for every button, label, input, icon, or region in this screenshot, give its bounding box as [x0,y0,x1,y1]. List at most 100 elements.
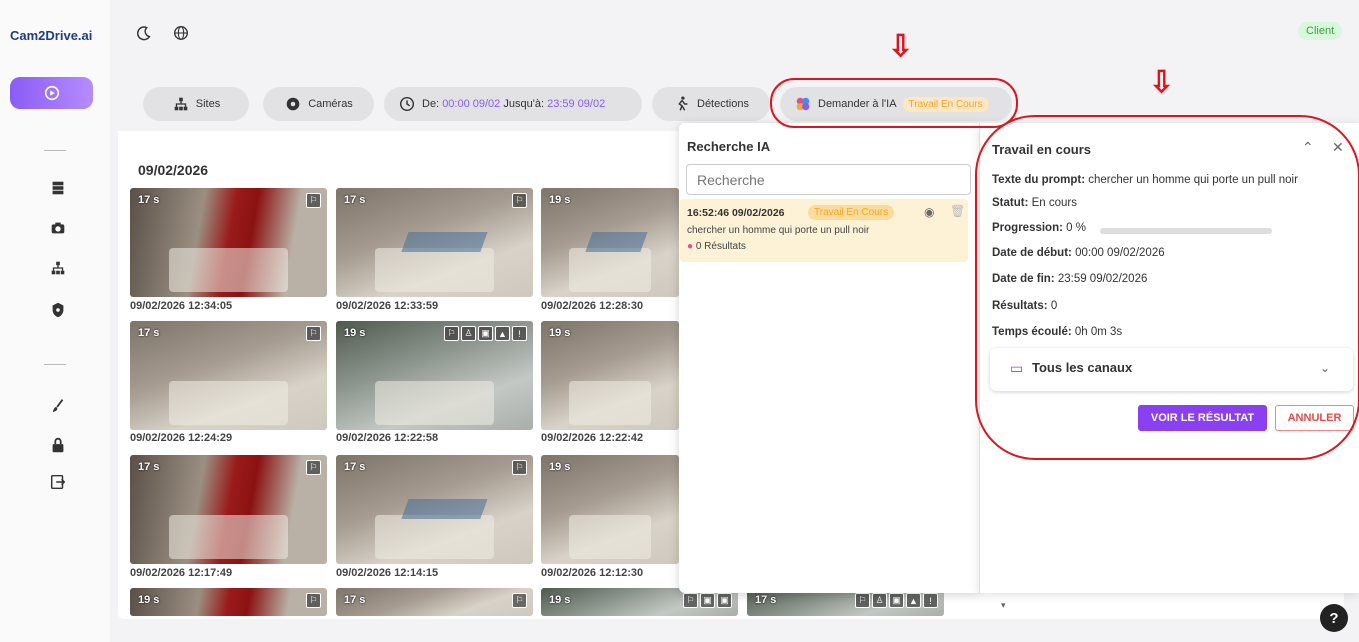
client-badge: Client [1298,22,1343,40]
lock-icon [52,437,64,453]
annotation-arrow-icon: ⇩ [1149,66,1175,99]
clip-duration: 17 s [138,461,160,473]
person-tag-icon: ⚐ [306,593,321,608]
play-circle-icon [44,85,59,101]
gallery-date-heading: 09/02/2026 [138,162,209,178]
clip-timestamp: 09/02/2026 12:22:58 [336,432,439,444]
car-tag-icon: ▣ [478,326,493,341]
person-tag-icon: ⚐ [306,460,321,475]
sidebar-item-lock[interactable] [46,433,70,457]
clip-timestamp: 09/02/2026 12:24:29 [130,432,233,444]
clip-duration: 17 s [755,594,777,606]
camera-icon [51,222,65,234]
moon-icon [137,26,151,41]
clip-timestamp: 09/02/2026 12:34:05 [130,300,233,312]
sidebar: Cam2Drive.ai [0,0,110,642]
clip-duration: 19 s [549,327,571,339]
car-tag-icon: ▣ [717,593,732,608]
image-tag-icon: ▲ [495,326,510,341]
logout-icon [50,474,66,490]
video-thumbnail[interactable]: 17 s ⚐ [336,588,533,616]
shield-icon [52,302,64,318]
sidebar-item-logout[interactable] [46,470,70,494]
video-thumbnail[interactable]: 19 s ⚐ ♙ ▣ ▲! [336,321,533,430]
annotation-oval [975,115,1359,460]
date-range-button[interactable]: De: 00:00 09/02 Jusqu'à: 23:59 09/02 [384,87,642,121]
scroll-down-arrow[interactable]: ▾ [1001,600,1006,611]
person-tag-icon: ⚐ [683,593,698,608]
clip-duration: 17 s [344,461,366,473]
video-thumbnail[interactable]: 17 s ⚐ [336,455,533,564]
ai-search-input[interactable] [686,164,971,195]
help-button[interactable]: ? [1320,604,1348,632]
result-status-badge: Travail En Cours [808,205,895,220]
video-thumbnail[interactable]: 17 s ⚐ [130,455,327,564]
car-tag-icon: ▣ [889,593,904,608]
clip-timestamp: 09/02/2026 12:22:42 [541,432,644,444]
video-thumbnail[interactable]: 19 s ⚐ [130,588,327,616]
car-tag-icon: ▣ [700,593,715,608]
clip-duration: 19 s [549,194,571,206]
clip-duration: 17 s [344,194,366,206]
trash-icon[interactable]: 🗑 [950,204,965,218]
clip-duration: 17 s [138,327,160,339]
ai-search-title: Recherche IA [687,139,771,154]
clip-duration: 19 s [138,594,160,606]
clip-timestamp: 09/02/2026 12:28:30 [541,300,644,312]
divider [44,364,66,365]
video-thumbnail[interactable]: 19 s [541,321,679,430]
date-to-label: Jusqu'à: [503,98,545,110]
ai-search-panel: Recherche IA 16:52:46 09/02/2026 Travail… [679,123,979,593]
brush-icon [52,399,64,413]
sidebar-item-sites[interactable] [46,256,70,280]
running-person-icon [678,96,688,111]
date-from-label: De: [422,98,440,110]
sidebar-item-servers[interactable] [46,176,70,200]
result-time: 16:52:46 09/02/2026 [687,207,785,219]
standing-person-tag-icon: ♙ [872,593,887,608]
sidebar-item-customize[interactable] [46,394,70,418]
divider [44,150,66,151]
result-count: ● 0 Résultats [687,241,746,252]
sidebar-item-playback[interactable] [10,77,93,109]
clock-icon [399,96,415,112]
cameras-filter-button[interactable]: Caméras [263,87,374,121]
alert-tag-icon: ! [512,326,527,341]
clip-timestamp: 09/02/2026 12:14:15 [336,567,439,579]
person-tag-icon: ⚐ [512,460,527,475]
clip-duration: 19 s [549,594,571,606]
date-from-value: 00:00 09/02 [442,98,501,110]
person-tag-icon: ⚐ [855,593,870,608]
sites-filter-label: Sites [195,98,221,110]
video-thumbnail[interactable]: 17 s ⚐ [130,321,327,430]
result-prompt: chercher un homme qui porte un pull noir [687,225,870,236]
video-thumbnail[interactable]: 19 s [541,188,679,297]
person-tag-icon: ⚐ [444,326,459,341]
sidebar-item-security[interactable] [46,298,70,322]
sitemap-icon [174,97,188,111]
standing-person-tag-icon: ♙ [461,326,476,341]
view-result-icon[interactable]: ◉ [924,205,934,219]
cameras-filter-label: Caméras [308,98,353,110]
sites-filter-button[interactable]: Sites [143,87,249,121]
theme-toggle-button[interactable] [133,22,155,44]
video-thumbnail[interactable]: 19 s [541,455,679,564]
sidebar-item-cameras[interactable] [46,216,70,240]
person-tag-icon: ⚐ [512,593,527,608]
clip-timestamp: 09/02/2026 12:33:59 [336,300,439,312]
clip-timestamp: 09/02/2026 12:17:49 [130,567,233,579]
language-button[interactable] [170,22,192,44]
image-tag-icon: ▲ [906,593,921,608]
server-icon [52,181,64,195]
app-logo[interactable]: Cam2Drive.ai [10,28,92,43]
globe-icon [174,26,188,40]
sitemap-icon [51,261,65,275]
detections-filter-label: Détections [697,98,749,110]
video-thumbnail[interactable]: 17 s ⚐ [130,188,327,297]
ai-search-result-item[interactable]: 16:52:46 09/02/2026 Travail En Cours ◉ 🗑… [680,199,968,262]
video-thumbnail[interactable]: 17 s ⚐ [336,188,533,297]
detections-filter-button[interactable]: Détections [652,87,770,121]
date-to-value: 23:59 09/02 [547,98,606,110]
clip-duration: 19 s [549,461,571,473]
clip-duration: 19 s [344,327,366,339]
